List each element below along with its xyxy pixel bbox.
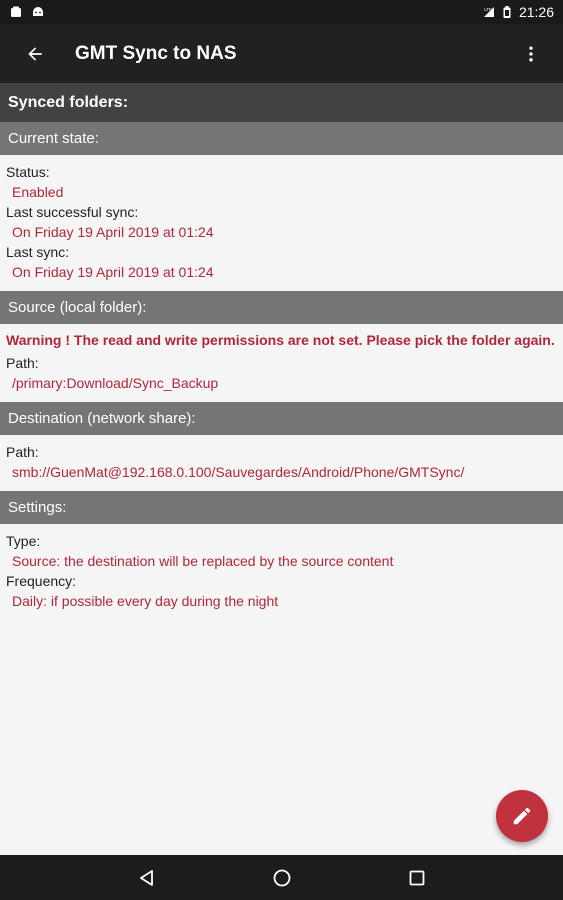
system-nav-bar	[0, 855, 563, 900]
destination-path-value: smb://GuenMat@192.168.0.100/Sauvegardes/…	[12, 464, 465, 480]
permission-warning: Warning ! The read and write permissions…	[6, 332, 555, 348]
nav-back-button[interactable]	[127, 858, 167, 898]
section-current-state: Status: Enabled Last successful sync: On…	[0, 155, 563, 291]
edit-pencil-icon	[513, 807, 531, 825]
notification-icon	[11, 6, 21, 17]
nav-back-icon	[139, 869, 153, 886]
status-label: Status:	[6, 164, 50, 180]
arrow-back-icon	[28, 46, 42, 61]
app-bar: GMT Sync to NAS	[0, 24, 563, 83]
section-destination: Path: smb://GuenMat@192.168.0.100/Sauveg…	[0, 435, 563, 491]
edit-fab-button[interactable]	[496, 790, 548, 842]
section-source: Warning ! The read and write permissions…	[0, 324, 563, 402]
status-bar: LTE 21:26	[0, 0, 563, 24]
nav-recents-icon	[409, 870, 424, 885]
type-value: Source: the destination will be replaced…	[12, 553, 394, 569]
last-sync-label: Last sync:	[6, 244, 70, 260]
last-sync-value: On Friday 19 April 2019 at 01:24	[12, 264, 214, 280]
nav-home-button[interactable]	[262, 858, 302, 898]
clock: 21:26	[518, 4, 554, 20]
main-content: Synced folders: Current state: Status: E…	[0, 83, 563, 855]
type-label: Type:	[6, 533, 41, 549]
status-bar-right: LTE 21:26	[483, 4, 563, 20]
signal-icon: LTE	[483, 7, 494, 17]
svg-text:LTE: LTE	[484, 7, 492, 12]
overflow-menu-button[interactable]	[513, 36, 549, 72]
frequency-label: Frequency:	[6, 573, 77, 589]
status-bar-left	[0, 6, 44, 18]
battery-icon	[503, 6, 511, 18]
nav-home-icon	[273, 869, 290, 886]
frequency-value: Daily: if possible every day during the …	[12, 593, 279, 609]
section-header-settings: Settings:	[0, 491, 563, 524]
section-header-destination: Destination (network share):	[0, 402, 563, 435]
source-path-value: /primary:Download/Sync_Backup	[12, 375, 219, 391]
source-path-label: Path:	[6, 355, 39, 371]
page-header: Synced folders:	[0, 83, 563, 122]
back-button[interactable]	[17, 36, 53, 72]
status-value: Enabled	[12, 184, 64, 200]
section-header-current-state: Current state:	[0, 122, 563, 155]
app-title: GMT Sync to NAS	[75, 42, 237, 64]
section-header-source: Source (local folder):	[0, 291, 563, 324]
more-vert-icon	[529, 46, 533, 62]
android-icon	[33, 7, 43, 16]
last-successful-sync-label: Last successful sync:	[6, 204, 139, 220]
last-successful-sync-value: On Friday 19 April 2019 at 01:24	[12, 224, 214, 240]
nav-recents-button[interactable]	[397, 858, 437, 898]
section-settings: Type: Source: the destination will be re…	[0, 524, 563, 620]
destination-path-label: Path:	[6, 444, 39, 460]
